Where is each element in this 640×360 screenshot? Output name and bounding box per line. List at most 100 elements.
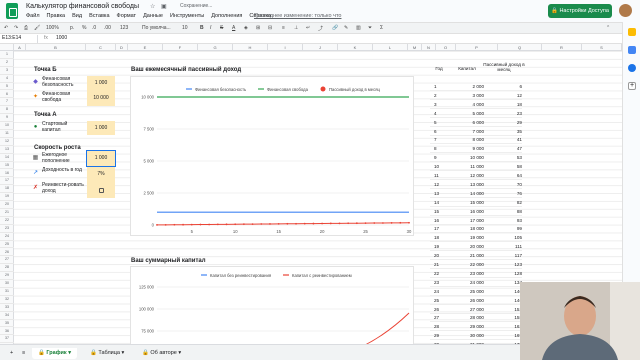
undo-icon[interactable]: ↶ [4, 25, 8, 31]
avatar[interactable] [619, 4, 632, 17]
tab-about[interactable]: 🔒 Об авторе ▾ [136, 348, 187, 359]
paint-format-icon[interactable]: 🖌 [34, 25, 40, 31]
col-header[interactable]: B [26, 44, 86, 51]
row-header[interactable]: 34 [0, 312, 14, 320]
row-header[interactable]: 6 [0, 91, 14, 99]
row-header[interactable]: 37 [0, 335, 14, 344]
row-header[interactable]: 23 [0, 225, 14, 233]
col-header[interactable]: K [338, 44, 373, 51]
row-header[interactable]: 33 [0, 304, 14, 312]
italic-icon[interactable]: I [210, 25, 211, 31]
menu-tools[interactable]: Инструменты [170, 13, 204, 19]
row-header[interactable]: 12 [0, 138, 14, 146]
keep-icon[interactable] [628, 28, 636, 36]
strikethrough-icon[interactable]: S [220, 25, 223, 31]
document-title[interactable]: Калькулятор финансовой свободы [26, 3, 139, 10]
comment-icon[interactable]: ✎ [344, 25, 348, 31]
row-header[interactable]: 28 [0, 264, 14, 273]
font-select[interactable]: По умолча... [142, 25, 171, 31]
wrap-icon[interactable]: ↵ [306, 25, 310, 31]
font-size[interactable]: 10 [182, 25, 188, 31]
menu-data[interactable]: Данные [143, 13, 163, 19]
star-icon[interactable]: ☆ ▣ [150, 3, 169, 10]
row-header[interactable]: 19 [0, 193, 14, 202]
select-all[interactable] [0, 44, 14, 51]
name-box[interactable]: E13:E14 [2, 35, 38, 43]
borders-icon[interactable]: ⊞ [256, 25, 260, 31]
row-header[interactable]: 30 [0, 280, 14, 288]
row-header[interactable]: 29 [0, 272, 14, 281]
col-header[interactable]: R [542, 44, 582, 51]
col-header[interactable]: C [86, 44, 116, 51]
align-icon[interactable]: ≡ [282, 25, 285, 31]
row-header[interactable]: 16 [0, 170, 14, 178]
menu-file[interactable]: Файл [26, 13, 40, 19]
row-header[interactable]: 4 [0, 75, 14, 83]
menu-insert[interactable]: Вставка [89, 13, 109, 19]
row-header[interactable]: 1 [0, 51, 14, 59]
col-header[interactable]: D [116, 44, 128, 51]
contacts-icon[interactable] [628, 64, 636, 72]
col-header[interactable]: M [408, 44, 422, 51]
chart1-area[interactable]: Финансовая безопасность Финансовая свобод… [130, 76, 414, 236]
rotate-icon[interactable]: ⤴ [318, 25, 323, 32]
filter-icon[interactable]: ⏷ [368, 25, 372, 31]
fin-safety-input[interactable]: 1 000 [87, 76, 115, 90]
row-header[interactable]: 27 [0, 256, 14, 265]
row-header[interactable]: 5 [0, 83, 14, 91]
percent-format[interactable]: % [82, 25, 86, 31]
row-header[interactable]: 8 [0, 106, 14, 115]
col-header[interactable]: I [268, 44, 303, 51]
merge-icon[interactable]: ⊟ [268, 25, 272, 31]
col-header[interactable]: H [233, 44, 268, 51]
col-header[interactable]: N [422, 44, 436, 51]
currency-format[interactable]: р. [70, 25, 74, 31]
reinvest-checkbox[interactable] [98, 188, 104, 193]
tab-chart[interactable]: 🔒 График ▾ [32, 348, 77, 359]
col-header[interactable]: J [303, 44, 338, 51]
menu-edit[interactable]: Правка [47, 13, 66, 19]
col-header[interactable]: O [436, 44, 456, 51]
row-header[interactable]: 21 [0, 209, 14, 217]
col-header[interactable]: S [582, 44, 622, 51]
tasks-icon[interactable] [628, 46, 636, 54]
function-icon[interactable]: Σ [380, 25, 383, 31]
col-header[interactable]: P [456, 44, 498, 51]
decrease-decimals[interactable]: .0 [92, 25, 96, 31]
print-icon[interactable]: ⎙ [24, 25, 28, 31]
start-capital-input[interactable]: 1 000 [87, 121, 115, 135]
text-color-icon[interactable]: A [232, 25, 235, 31]
all-sheets-icon[interactable]: ≡ [16, 348, 31, 359]
row-header[interactable]: 35 [0, 320, 14, 328]
valign-icon[interactable]: ⊥ [294, 25, 298, 31]
sheets-logo-icon[interactable] [6, 3, 18, 19]
menu-view[interactable]: Вид [72, 13, 82, 19]
col-header[interactable]: G [198, 44, 233, 51]
increase-decimals[interactable]: .00 [104, 25, 111, 31]
row-header[interactable]: 22 [0, 217, 14, 225]
row-header[interactable]: 15 [0, 162, 14, 170]
fill-color-icon[interactable]: ◈ [244, 25, 248, 31]
col-header[interactable]: E [128, 44, 163, 51]
row-header[interactable]: 31 [0, 288, 14, 296]
row-header[interactable]: 24 [0, 233, 14, 241]
row-header[interactable]: 20 [0, 201, 14, 209]
row-header[interactable]: 11 [0, 130, 14, 138]
row-header[interactable]: 17 [0, 177, 14, 186]
col-header[interactable]: L [373, 44, 408, 51]
col-header[interactable]: Q [498, 44, 542, 51]
row-header[interactable]: 32 [0, 296, 14, 304]
row-header[interactable]: 9 [0, 114, 14, 123]
menu-format[interactable]: Формат [117, 13, 137, 19]
menu-addons[interactable]: Дополнения [211, 13, 242, 19]
chart2-area[interactable]: Капитал без реинвестирования Капитал с ре… [130, 266, 414, 348]
chart-icon[interactable]: ▥ [356, 25, 361, 31]
zoom-select[interactable]: 100% [46, 25, 59, 31]
col-header[interactable]: F [163, 44, 198, 51]
add-addon-icon[interactable]: + [628, 82, 636, 90]
row-header[interactable]: 3 [0, 67, 14, 75]
link-icon[interactable]: 🔗 [332, 25, 338, 31]
row-header[interactable]: 36 [0, 328, 14, 336]
redo-icon[interactable]: ↷ [14, 25, 18, 31]
formula-input[interactable]: 1000 [56, 35, 67, 41]
